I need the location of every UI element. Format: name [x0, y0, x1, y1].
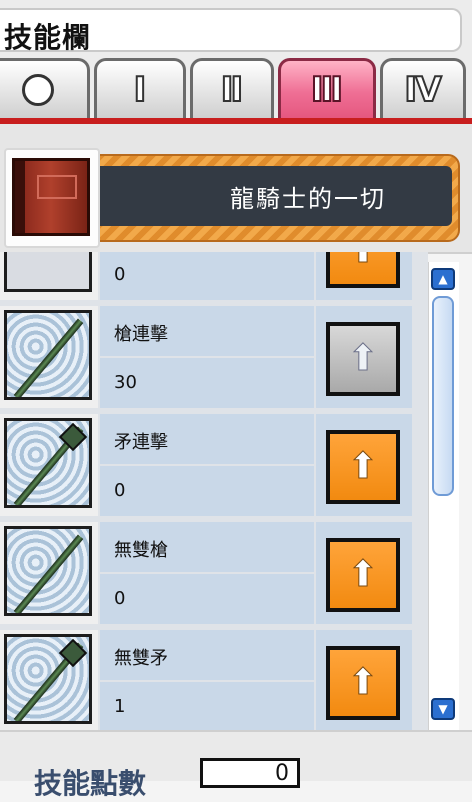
skill-points-value: 0: [275, 761, 289, 786]
skill-list[interactable]: 0 ⬆ 槍連擊 30 ⬆: [0, 252, 428, 730]
title-bar[interactable]: 技能欄: [0, 0, 472, 56]
skill-level: 0: [114, 264, 126, 285]
spear-icon[interactable]: [4, 526, 92, 616]
tab-label-1: Ⅰ: [133, 69, 148, 110]
job-name: 龍騎士的一切: [230, 184, 386, 213]
title-box: 技能欄: [0, 8, 462, 54]
up-arrow-icon: ⬆: [347, 554, 379, 595]
level-up-cell: ⬆: [316, 252, 412, 300]
spear-shaft: [13, 318, 84, 397]
skill-icon-cell: [0, 630, 98, 730]
window-title: 技能欄: [4, 21, 92, 54]
circle-icon: [22, 73, 54, 106]
skill-name-cell: 槍連擊: [100, 306, 314, 356]
scroll-thumb[interactable]: [432, 296, 454, 496]
polearm-icon[interactable]: [4, 634, 92, 724]
skill-name: 槍連擊: [114, 324, 168, 345]
skill-level: 0: [114, 480, 126, 501]
tab-job-1[interactable]: Ⅰ: [94, 58, 186, 118]
skill-name-cell: 無雙槍: [100, 522, 314, 572]
skill-list-scrollbar[interactable]: ▲ ▼: [428, 262, 459, 730]
level-up-cell: ⬆: [316, 306, 412, 408]
skill-points-box: 0: [200, 758, 300, 788]
skill-icon-cell: [0, 252, 98, 300]
skill-row: 無雙矛 1 ⬆: [0, 628, 428, 730]
tab-label-4: Ⅳ: [403, 69, 442, 110]
skill-icon-cell: [0, 306, 98, 408]
tab-job-2[interactable]: Ⅱ: [190, 58, 274, 118]
red-book-icon: [12, 158, 90, 236]
level-up-cell: ⬆: [316, 414, 412, 516]
skill-row: 無雙槍 0 ⬆: [0, 520, 428, 626]
skill-row: 矛連擊 0 ⬆: [0, 412, 428, 518]
polearm-icon[interactable]: [4, 418, 92, 508]
scroll-down-icon[interactable]: ▼: [431, 698, 455, 720]
job-header: 龍騎士的一切: [0, 124, 472, 254]
skill-icon-cell: [0, 522, 98, 624]
level-up-button[interactable]: ⬆: [326, 646, 400, 720]
skill-level-cell: 0: [100, 252, 314, 300]
skill-name: 矛連擊: [114, 432, 168, 453]
level-up-cell: ⬆: [316, 522, 412, 624]
level-up-button[interactable]: ⬆: [326, 430, 400, 504]
tab-job-4[interactable]: Ⅳ: [380, 58, 466, 118]
up-arrow-icon: ⬆: [347, 662, 379, 703]
skill-name: 無雙槍: [114, 540, 168, 561]
level-up-button[interactable]: ⬆: [326, 538, 400, 612]
skill-name-cell: 無雙矛: [100, 630, 314, 680]
skill-level: 30: [114, 372, 137, 393]
tab-label-3: Ⅲ: [310, 69, 344, 110]
skill-row: 槍連擊 30 ⬆: [0, 304, 428, 410]
up-arrow-icon: ⬆: [347, 446, 379, 487]
up-arrow-icon: ⬆: [347, 338, 379, 379]
skill-icon-cell: [0, 414, 98, 516]
scroll-up-icon[interactable]: ▲: [431, 268, 455, 290]
skill-points-label: 技能點數: [34, 767, 147, 800]
skill-level-cell: 0: [100, 574, 314, 624]
skill-level-cell: 0: [100, 466, 314, 516]
skill-row: 0 ⬆: [0, 252, 428, 302]
level-up-cell: ⬆: [316, 630, 412, 730]
up-arrow-icon: ⬆: [347, 252, 378, 269]
spear-shaft: [13, 534, 84, 613]
footer: 技能點數 0: [0, 730, 472, 800]
skill-name-cell: 矛連擊: [100, 414, 314, 464]
skill-name: 無雙矛: [114, 648, 168, 669]
level-up-button[interactable]: ⬆: [326, 252, 400, 288]
job-banner: 龍騎士的一切: [86, 154, 460, 242]
tab-job-3[interactable]: Ⅲ: [278, 58, 376, 118]
skill-level-cell: 1: [100, 682, 314, 730]
tab-label-2: Ⅱ: [220, 69, 244, 110]
job-icon-frame: [4, 148, 100, 248]
job-tab-strip: Ⅰ Ⅱ Ⅲ Ⅳ: [0, 56, 472, 126]
skill-level: 0: [114, 588, 126, 609]
skill-level: 1: [114, 696, 126, 717]
tab-beginner[interactable]: [0, 58, 90, 118]
level-up-button-disabled: ⬆: [326, 322, 400, 396]
skill-level-cell: 30: [100, 358, 314, 408]
partial-skill-icon[interactable]: [4, 252, 92, 292]
job-name-plate: 龍騎士的一切: [94, 166, 452, 226]
spear-icon[interactable]: [4, 310, 92, 400]
